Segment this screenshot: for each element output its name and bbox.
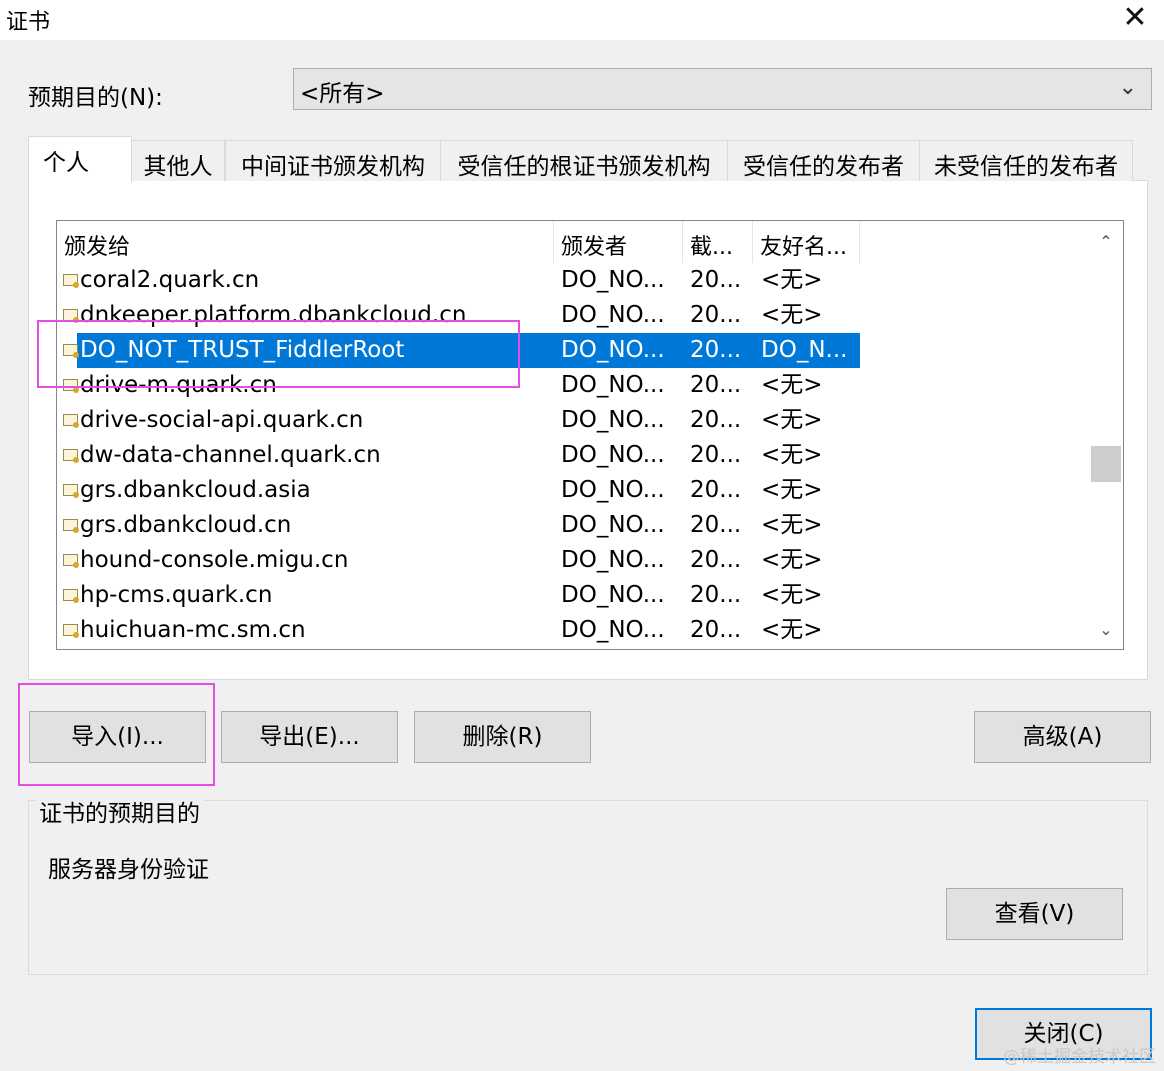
cell-friendly-name: <无> — [761, 442, 823, 468]
cell-issuer: DO_NO... — [561, 512, 665, 538]
groupbox-title: 证书的预期目的 — [36, 794, 203, 828]
window-title: 证书 — [6, 10, 51, 35]
column-friendly-name[interactable]: 友好名... — [753, 221, 860, 263]
cell-expiration: 20... — [690, 477, 742, 503]
certificate-icon — [63, 344, 79, 358]
cell-issuer: DO_NO... — [561, 407, 665, 433]
cell-expiration: 20... — [690, 407, 742, 433]
cell-issued-to: dw-data-channel.quark.cn — [80, 442, 381, 468]
cell-friendly-name: <无> — [761, 407, 823, 433]
tab-untrusted-publishers[interactable]: 未受信任的发布者 — [919, 140, 1133, 181]
cell-expiration: 20... — [690, 512, 742, 538]
vertical-scrollbar[interactable]: ⌃ ⌄ — [1089, 221, 1123, 649]
export-button[interactable]: 导出(E)... — [221, 711, 398, 763]
cell-issued-to: huichuan-mc.sm.cn — [80, 617, 306, 643]
cell-issued-to: coral2.quark.cn — [80, 267, 260, 293]
table-row[interactable]: dnkeeper.platform.dbankcloud.cn DO_NO...… — [57, 298, 1089, 333]
cell-friendly-name: <无> — [761, 512, 823, 538]
tab-personal[interactable]: 个人 — [28, 136, 132, 182]
certificate-icon — [63, 449, 79, 463]
cell-issuer: DO_NO... — [561, 617, 665, 643]
advanced-button[interactable]: 高级(A) — [974, 711, 1151, 763]
cell-issued-to: drive-social-api.quark.cn — [80, 407, 364, 433]
cell-issued-to: hp-cms.quark.cn — [80, 582, 273, 608]
table-row[interactable]: drive-social-api.quark.cn DO_NO... 20...… — [57, 403, 1089, 438]
certificate-icon — [63, 519, 79, 533]
certificate-icon — [63, 484, 79, 498]
certificate-icon — [63, 274, 79, 288]
watermark: @稀土掘金技术社区 — [1003, 1047, 1156, 1067]
purpose-selected-value: <所有> — [300, 81, 385, 107]
cell-friendly-name: DO_N... — [761, 337, 848, 363]
column-issued-to[interactable]: 颁发给 — [57, 221, 554, 263]
cell-friendly-name: <无> — [761, 547, 823, 573]
table-row[interactable]: coral2.quark.cn DO_NO... 20... <无> — [57, 263, 1089, 298]
cell-friendly-name: <无> — [761, 582, 823, 608]
cell-expiration: 20... — [690, 302, 742, 328]
cell-expiration: 20... — [690, 547, 742, 573]
certificate-list[interactable]: 颁发给 颁发者 截... 友好名... coral2.quark.cn DO_N… — [56, 220, 1124, 650]
certificate-icon — [63, 309, 79, 323]
cell-friendly-name: <无> — [761, 617, 823, 643]
tab-trusted-root-ca[interactable]: 受信任的根证书颁发机构 — [440, 140, 728, 181]
tab-intermediate-ca[interactable]: 中间证书颁发机构 — [225, 140, 441, 181]
certificate-icon — [63, 414, 79, 428]
tab-trusted-publishers[interactable]: 受信任的发布者 — [727, 140, 920, 181]
close-icon[interactable]: ✕ — [1114, 0, 1156, 38]
view-button[interactable]: 查看(V) — [946, 888, 1123, 940]
cell-expiration: 20... — [690, 372, 742, 398]
cell-issued-to: dnkeeper.platform.dbankcloud.cn — [80, 302, 467, 328]
table-row[interactable]: huichuan-mc.sm.cn DO_NO... 20... <无> — [57, 613, 1089, 648]
cell-expiration: 20... — [690, 582, 742, 608]
cell-issued-to: drive-m.quark.cn — [80, 372, 277, 398]
table-row[interactable]: hp-cms.quark.cn DO_NO... 20... <无> — [57, 578, 1089, 613]
scroll-up-icon[interactable]: ⌃ — [1089, 227, 1123, 257]
purpose-value: 服务器身份验证 — [48, 857, 209, 883]
list-header: 颁发给 颁发者 截... 友好名... — [57, 221, 1089, 263]
cell-friendly-name: <无> — [761, 372, 823, 398]
table-row[interactable]: grs.dbankcloud.asia DO_NO... 20... <无> — [57, 473, 1089, 508]
cell-expiration: 20... — [690, 267, 742, 293]
title-bar: 证书 ✕ — [0, 0, 1164, 40]
tab-strip: 个人 其他人 中间证书颁发机构 受信任的根证书颁发机构 受信任的发布者 未受信任… — [28, 136, 1148, 182]
cell-expiration: 20... — [690, 617, 742, 643]
cell-issuer: DO_NO... — [561, 337, 665, 363]
table-row[interactable]: drive-m.quark.cn DO_NO... 20... <无> — [57, 368, 1089, 403]
scroll-down-icon[interactable]: ⌄ — [1089, 615, 1123, 645]
purpose-label: 预期目的(N): — [28, 85, 163, 111]
certificate-icon — [63, 589, 79, 603]
cell-issued-to: DO_NOT_TRUST_FiddlerRoot — [80, 337, 405, 363]
cell-issued-to: grs.dbankcloud.asia — [80, 477, 311, 503]
cell-issuer: DO_NO... — [561, 582, 665, 608]
cell-issuer: DO_NO... — [561, 267, 665, 293]
tab-other-people[interactable]: 其他人 — [131, 140, 225, 181]
cell-expiration: 20... — [690, 337, 742, 363]
table-row[interactable]: hound-console.migu.cn DO_NO... 20... <无> — [57, 543, 1089, 578]
delete-button[interactable]: 删除(R) — [414, 711, 591, 763]
cell-issuer: DO_NO... — [561, 547, 665, 573]
cell-issuer: DO_NO... — [561, 477, 665, 503]
cell-expiration: 20... — [690, 442, 742, 468]
cell-issuer: DO_NO... — [561, 442, 665, 468]
scroll-thumb[interactable] — [1091, 446, 1121, 482]
cell-friendly-name: <无> — [761, 477, 823, 503]
table-row[interactable]: grs.dbankcloud.cn DO_NO... 20... <无> — [57, 508, 1089, 543]
cell-issued-to: grs.dbankcloud.cn — [80, 512, 292, 538]
purpose-dropdown[interactable]: <所有> ⌄ — [293, 68, 1152, 110]
cell-issued-to: hound-console.migu.cn — [80, 547, 349, 573]
certificate-icon — [63, 379, 79, 393]
certificate-icon — [63, 624, 79, 638]
column-issuer[interactable]: 颁发者 — [554, 221, 683, 263]
chevron-down-icon: ⌄ — [1118, 75, 1137, 100]
cell-friendly-name: <无> — [761, 267, 823, 293]
column-expiration[interactable]: 截... — [683, 221, 753, 263]
table-row[interactable]: dw-data-channel.quark.cn DO_NO... 20... … — [57, 438, 1089, 473]
table-row-selected[interactable]: DO_NOT_TRUST_FiddlerRoot DO_NO... 20... … — [57, 333, 1089, 368]
certificate-icon — [63, 554, 79, 568]
cell-issuer: DO_NO... — [561, 302, 665, 328]
cell-friendly-name: <无> — [761, 302, 823, 328]
import-button[interactable]: 导入(I)... — [29, 711, 206, 763]
cell-issuer: DO_NO... — [561, 372, 665, 398]
